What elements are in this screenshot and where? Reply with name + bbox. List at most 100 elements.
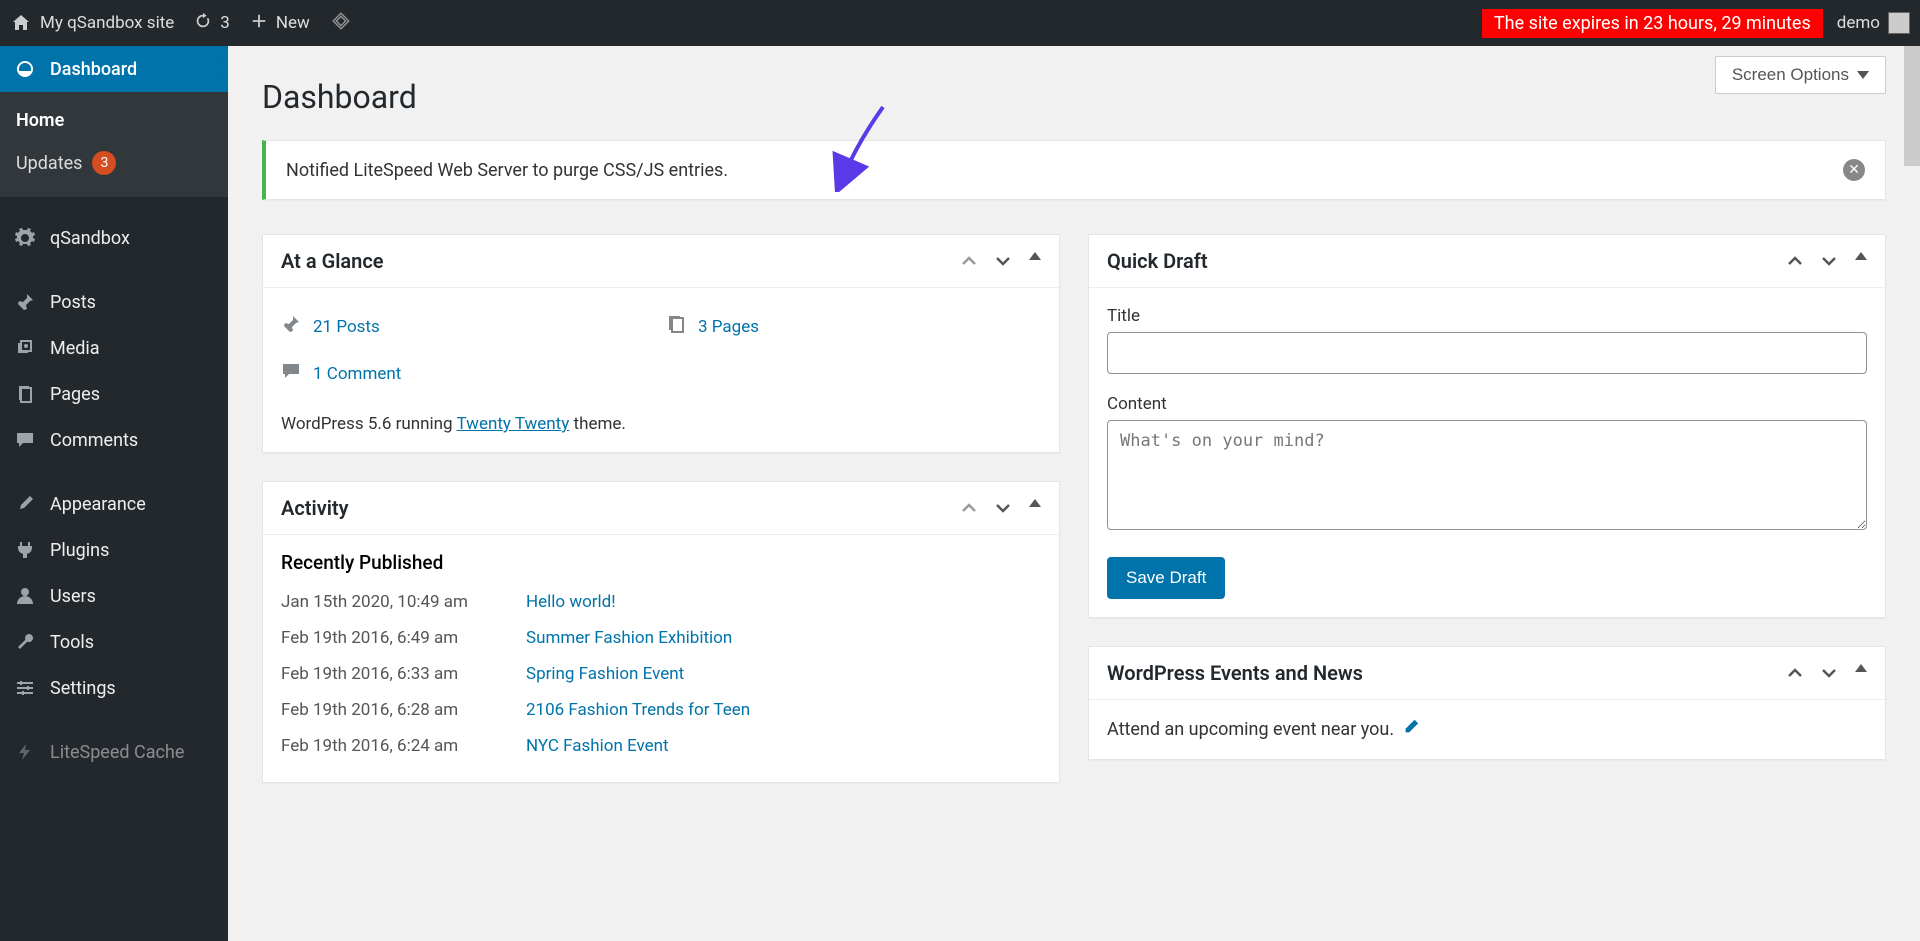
success-notice: Notified LiteSpeed Web Server to purge C… bbox=[262, 140, 1886, 200]
activity-date: Feb 19th 2016, 6:33 am bbox=[281, 664, 496, 684]
sidebar-item-appearance[interactable]: Appearance bbox=[0, 481, 228, 527]
sidebar-item-label: Pages bbox=[50, 384, 100, 405]
sidebar-item-label: Dashboard bbox=[50, 59, 137, 80]
sidebar-item-comments[interactable]: Comments bbox=[0, 417, 228, 463]
panel-up-button[interactable] bbox=[961, 499, 977, 518]
draft-title-input[interactable] bbox=[1107, 332, 1867, 374]
sidebar-item-pages[interactable]: Pages bbox=[0, 371, 228, 417]
sidebar-item-qsandbox[interactable]: qSandbox bbox=[0, 215, 228, 261]
panel-title: At a Glance bbox=[281, 249, 384, 273]
activity-post-link[interactable]: NYC Fashion Event bbox=[526, 736, 669, 756]
activity-post-link[interactable]: Spring Fashion Event bbox=[526, 664, 684, 684]
sidebar-item-plugins[interactable]: Plugins bbox=[0, 527, 228, 573]
sidebar-item-label: Settings bbox=[50, 678, 116, 699]
activity-subtitle: Recently Published bbox=[263, 535, 1059, 584]
new-label: New bbox=[276, 13, 310, 33]
submenu-home[interactable]: Home bbox=[0, 100, 228, 141]
sidebar-item-label: Media bbox=[50, 338, 100, 359]
comment-icon bbox=[14, 429, 36, 451]
panel-title: WordPress Events and News bbox=[1107, 661, 1363, 685]
user-name: demo bbox=[1837, 13, 1880, 33]
pencil-icon[interactable] bbox=[1402, 718, 1420, 741]
updates-badge: 3 bbox=[92, 151, 116, 175]
submenu-updates[interactable]: Updates 3 bbox=[0, 141, 228, 185]
panel-controls bbox=[961, 252, 1041, 271]
sliders-icon bbox=[14, 677, 36, 699]
activity-row: Feb 19th 2016, 6:49 am Summer Fashion Exh… bbox=[281, 620, 1041, 656]
main-content: Screen Options Dashboard Notified LiteSp… bbox=[228, 46, 1920, 941]
home-icon bbox=[10, 12, 32, 34]
panel-up-button[interactable] bbox=[1787, 664, 1803, 683]
theme-link[interactable]: Twenty Twenty bbox=[457, 414, 570, 434]
sidebar-item-media[interactable]: Media bbox=[0, 325, 228, 371]
activity-date: Feb 19th 2016, 6:24 am bbox=[281, 736, 496, 756]
panel-down-button[interactable] bbox=[995, 252, 1011, 271]
draft-content-textarea[interactable] bbox=[1107, 420, 1867, 530]
panel-down-button[interactable] bbox=[1821, 252, 1837, 271]
diamond-link[interactable] bbox=[330, 10, 352, 37]
panel-down-button[interactable] bbox=[995, 499, 1011, 518]
sidebar-item-label: Posts bbox=[50, 292, 96, 313]
sidebar-item-litespeed[interactable]: LiteSpeed Cache bbox=[0, 729, 228, 775]
admin-bar: My qSandbox site 3 New The site expires … bbox=[0, 0, 1920, 46]
brush-icon bbox=[14, 493, 36, 515]
site-home-link[interactable]: My qSandbox site bbox=[10, 12, 174, 34]
title-label: Title bbox=[1107, 306, 1867, 326]
events-text: Attend an upcoming event near you. bbox=[1107, 719, 1394, 740]
diamond-icon bbox=[330, 10, 352, 37]
activity-panel: Activity Recently Published Jan 15th 202… bbox=[262, 481, 1060, 783]
comment-icon bbox=[281, 361, 301, 386]
activity-row: Feb 19th 2016, 6:28 am 2106 Fashion Trend… bbox=[281, 692, 1041, 728]
panel-toggle-button[interactable] bbox=[1855, 252, 1867, 260]
bolt-icon bbox=[14, 741, 36, 763]
refresh-link[interactable]: 3 bbox=[194, 12, 230, 35]
site-name: My qSandbox site bbox=[40, 13, 174, 33]
refresh-icon bbox=[194, 12, 212, 35]
dismiss-notice-button[interactable]: ✕ bbox=[1843, 159, 1865, 181]
expire-notice: The site expires in 23 hours, 29 minutes bbox=[1482, 9, 1823, 38]
sidebar-item-tools[interactable]: Tools bbox=[0, 619, 228, 665]
chevron-down-icon bbox=[1857, 71, 1869, 79]
panel-up-button[interactable] bbox=[961, 252, 977, 271]
sidebar-item-label: Appearance bbox=[50, 494, 146, 515]
gear-icon bbox=[14, 227, 36, 249]
screen-options-button[interactable]: Screen Options bbox=[1715, 56, 1886, 94]
dashboard-submenu: Home Updates 3 bbox=[0, 92, 228, 197]
activity-post-link[interactable]: 2106 Fashion Trends for Teen bbox=[526, 700, 750, 720]
content-label: Content bbox=[1107, 394, 1867, 414]
panel-title: Activity bbox=[281, 496, 349, 520]
new-link[interactable]: New bbox=[250, 12, 310, 35]
sidebar-item-label: Tools bbox=[50, 632, 94, 653]
sidebar-item-posts[interactable]: Posts bbox=[0, 279, 228, 325]
quick-draft-panel: Quick Draft Title Content Save Draft bbox=[1088, 234, 1886, 618]
user-menu[interactable]: demo bbox=[1837, 12, 1910, 34]
activity-date: Feb 19th 2016, 6:49 am bbox=[281, 628, 496, 648]
at-a-glance-panel: At a Glance 21 Posts bbox=[262, 234, 1060, 453]
activity-date: Feb 19th 2016, 6:28 am bbox=[281, 700, 496, 720]
pages-count-link[interactable]: 3 Pages bbox=[698, 317, 759, 337]
sidebar-item-dashboard[interactable]: Dashboard bbox=[0, 46, 228, 92]
wrench-icon bbox=[14, 631, 36, 653]
pin-icon bbox=[14, 291, 36, 313]
activity-date: Jan 15th 2020, 10:49 am bbox=[281, 592, 496, 612]
panel-toggle-button[interactable] bbox=[1029, 499, 1041, 507]
pin-icon bbox=[281, 314, 301, 339]
events-news-panel: WordPress Events and News Attend an upco… bbox=[1088, 646, 1886, 760]
panel-toggle-button[interactable] bbox=[1029, 252, 1041, 260]
panel-down-button[interactable] bbox=[1821, 664, 1837, 683]
refresh-count: 3 bbox=[220, 13, 230, 33]
plus-icon bbox=[250, 12, 268, 35]
save-draft-button[interactable]: Save Draft bbox=[1107, 557, 1225, 599]
panel-up-button[interactable] bbox=[1787, 252, 1803, 271]
wp-version-text: WordPress 5.6 running Twenty Twenty them… bbox=[281, 400, 1041, 434]
comments-count-link[interactable]: 1 Comment bbox=[313, 364, 401, 384]
panel-toggle-button[interactable] bbox=[1855, 664, 1867, 672]
activity-row: Feb 19th 2016, 6:24 am NYC Fashion Event bbox=[281, 728, 1041, 764]
plug-icon bbox=[14, 539, 36, 561]
sidebar-item-label: qSandbox bbox=[50, 228, 130, 249]
activity-post-link[interactable]: Hello world! bbox=[526, 592, 616, 612]
posts-count-link[interactable]: 21 Posts bbox=[313, 317, 380, 337]
sidebar-item-users[interactable]: Users bbox=[0, 573, 228, 619]
sidebar-item-settings[interactable]: Settings bbox=[0, 665, 228, 711]
activity-post-link[interactable]: Summer Fashion Exhibition bbox=[526, 628, 732, 648]
